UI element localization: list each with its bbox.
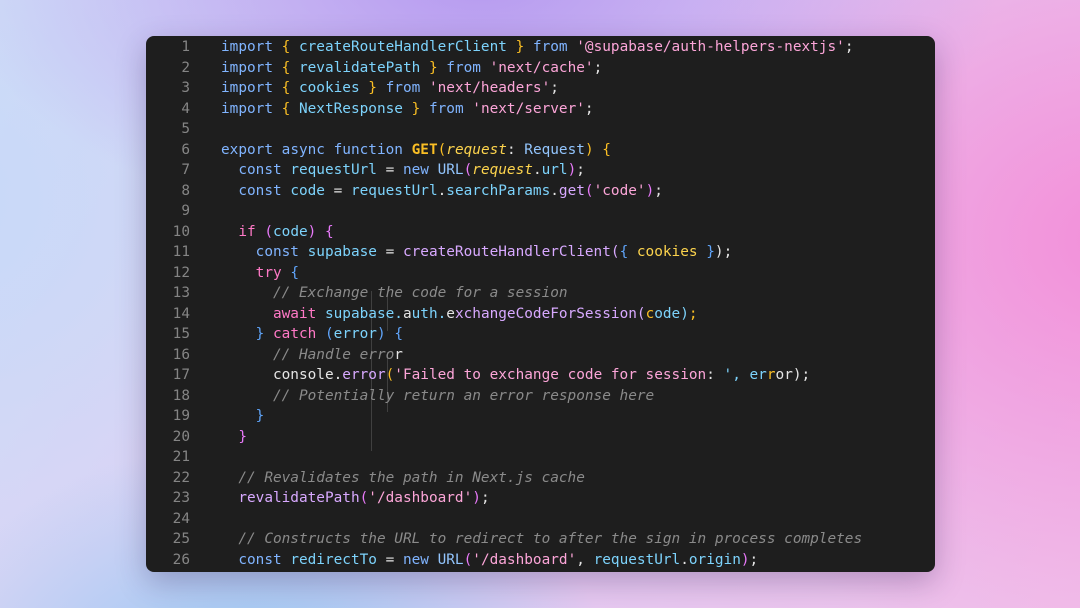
line-number: 20: [172, 428, 190, 445]
code-text: // Exchange the code for a session: [272, 285, 568, 301]
code-line[interactable]: 11 const supabase = createRouteHandlerCl…: [146, 242, 935, 262]
line-number: 13: [172, 285, 190, 301]
code-line[interactable]: 13 // Exchange the code for a session: [146, 283, 935, 303]
code-text: } catch (error) {: [255, 326, 403, 342]
line-number: 10: [172, 223, 190, 240]
code-line[interactable]: 21: [146, 447, 935, 467]
code-line[interactable]: 10 if (code) {: [146, 222, 935, 242]
line-number: 3: [181, 80, 190, 96]
code-line[interactable]: 7 const requestUrl = new URL(request.url…: [146, 160, 935, 180]
code-text: // Handle error: [272, 346, 403, 363]
code-text: }: [238, 428, 247, 445]
code-editor[interactable]: 1 import { createRouteHandlerClient } fro…: [146, 36, 935, 572]
code-line[interactable]: 1 import { createRouteHandlerClient } fro…: [146, 37, 935, 57]
line-number: 9: [181, 203, 190, 219]
code-line[interactable]: 18 // Potentially return an error respon…: [146, 386, 935, 406]
line-number: 26: [172, 551, 190, 568]
line-number: 25: [172, 531, 190, 547]
line-number: 22: [172, 469, 190, 486]
code-line[interactable]: 12 try {: [146, 263, 935, 283]
line-number: 19: [172, 408, 190, 424]
line-number: 17: [172, 367, 190, 383]
code-line[interactable]: 19 }: [146, 406, 935, 426]
code-line[interactable]: 16 // Handle error: [146, 345, 935, 365]
code-line[interactable]: 24: [146, 509, 935, 529]
code-line[interactable]: 14 await supabase.auth.exchangeCodeForSe…: [146, 304, 935, 324]
line-number: 11: [172, 244, 190, 260]
code-text: const requestUrl = new URL(request.url);: [238, 162, 585, 178]
code-text: export async function GET(request: Reque…: [221, 141, 611, 158]
line-number: 18: [172, 387, 190, 404]
code-line[interactable]: 4 import { NextResponse } from 'next/serv…: [146, 99, 935, 119]
code-line[interactable]: 6 export async function GET(request: Requ…: [146, 140, 935, 160]
code-line[interactable]: 17 console.error('Failed to exchange cod…: [146, 365, 935, 385]
code-line[interactable]: 8 const code = requestUrl.searchParams.g…: [146, 181, 935, 201]
code-text: import { createRouteHandlerClient } from…: [221, 39, 854, 55]
code-line[interactable]: 25 // Constructs the URL to redirect to …: [146, 529, 935, 549]
code-line[interactable]: 9: [146, 201, 935, 221]
code-text: // Potentially return an error response …: [272, 387, 655, 404]
line-number: 14: [172, 305, 190, 322]
code-text: // Revalidates the path in Next.js cache: [238, 469, 585, 486]
code-text: if (code) {: [238, 223, 334, 240]
code-line[interactable]: 22 // Revalidates the path in Next.js ca…: [146, 468, 935, 488]
code-text: try {: [255, 264, 299, 281]
code-text: }: [255, 408, 265, 424]
code-line[interactable]: 2 import { revalidatePath } from 'next/ca…: [146, 58, 935, 78]
code-text: import { NextResponse } from 'next/serve…: [221, 100, 594, 117]
line-number: 4: [181, 100, 190, 117]
code-text: const redirectTo = new URL('/dashboard',…: [238, 551, 759, 568]
line-number: 15: [172, 326, 190, 342]
code-line[interactable]: 23 revalidatePath('/dashboard');: [146, 488, 935, 508]
code-text: const code = requestUrl.searchParams.get…: [238, 182, 663, 199]
line-number: 23: [172, 490, 190, 506]
code-line[interactable]: 15 } catch (error) {: [146, 324, 935, 344]
line-number: 8: [181, 182, 190, 199]
line-number: 2: [181, 59, 190, 76]
code-line[interactable]: 20 }: [146, 427, 935, 447]
code-text: await supabase.auth.exchangeCodeForSessi…: [272, 305, 698, 322]
line-number: 7: [181, 162, 190, 178]
code-text: console.error('Failed to exchange code f…: [272, 367, 811, 383]
line-number: 12: [172, 264, 190, 281]
code-text: // Constructs the URL to redirect to aft…: [238, 531, 863, 547]
code-text: const supabase = createRouteHandlerClien…: [255, 244, 733, 260]
code-line[interactable]: 26 const redirectTo = new URL('/dashboar…: [146, 550, 935, 570]
code-line[interactable]: 3 import { cookies } from 'next/headers';: [146, 78, 935, 98]
line-number: 6: [181, 141, 190, 158]
code-text: import { cookies } from 'next/headers';: [221, 80, 559, 96]
code-line[interactable]: 5: [146, 119, 935, 139]
line-number: 1: [181, 39, 190, 55]
line-number: 16: [172, 346, 190, 363]
code-text: revalidatePath('/dashboard');: [238, 490, 490, 506]
line-number: 24: [172, 510, 190, 527]
code-text: import { revalidatePath } from 'next/cac…: [221, 59, 603, 76]
line-number: 21: [172, 449, 190, 465]
line-number: 5: [181, 121, 190, 137]
